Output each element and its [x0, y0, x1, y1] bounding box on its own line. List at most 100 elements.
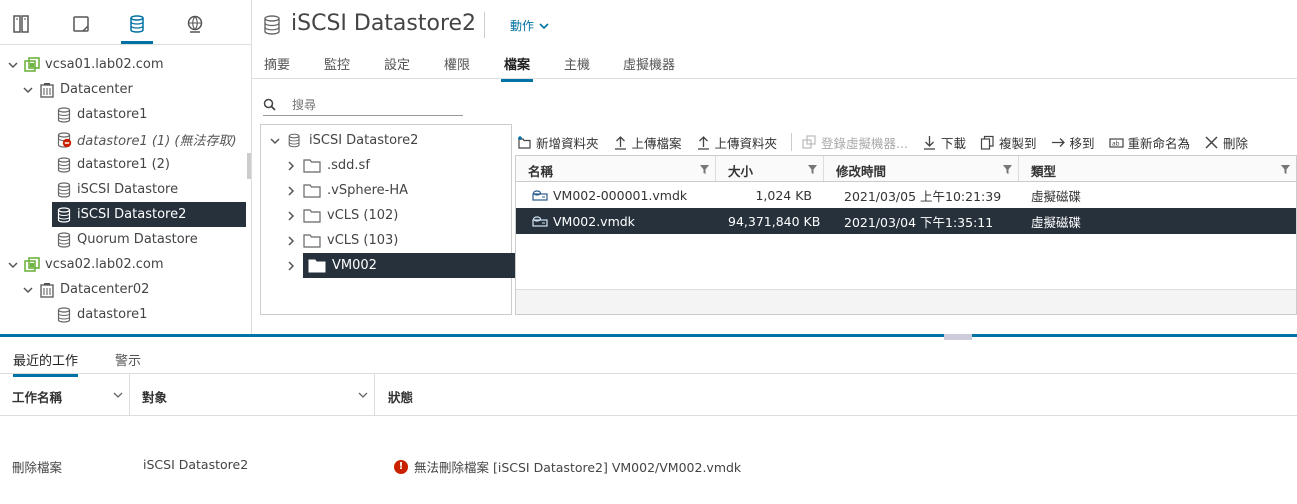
folder-tree-item[interactable]: .vSphere-HA [285, 178, 408, 203]
chevron-down-icon[interactable] [21, 283, 35, 297]
object-tabs: 摘要 監控 設定 權限 檔案 主機 虛擬機器 [252, 46, 1297, 82]
table-row[interactable]: VM002-000001.vmdk 1,024 KB 2021/03/05 上午… [516, 182, 1296, 208]
file-modified: 2021/03/05 上午10:21:39 [844, 188, 1002, 204]
folder-icon [303, 234, 321, 248]
filter-icon[interactable] [808, 165, 817, 174]
move-to-button[interactable]: 移到 [1051, 133, 1095, 152]
folder-tree-item-vm002[interactable]: VM002 [285, 253, 516, 278]
table-row-selected[interactable]: VM002.vmdk 94,371,840 KB 2021/03/04 下午1:… [516, 208, 1296, 234]
tab-monitor[interactable]: 監控 [324, 54, 350, 79]
tree-item-quorum-datastore[interactable]: Quorum Datastore [56, 227, 198, 252]
filter-icon[interactable] [700, 165, 709, 174]
folder-tree-item[interactable]: vCLS (103) [285, 228, 398, 253]
upload-files-button[interactable]: 上傳檔案 [613, 133, 682, 152]
networking-tab[interactable] [179, 8, 211, 44]
actions-label: 動作 [510, 19, 535, 33]
tab-summary[interactable]: 摘要 [264, 54, 290, 79]
upload-folder-button[interactable]: 上傳資料夾 [696, 133, 777, 152]
filter-icon[interactable] [1281, 165, 1290, 174]
datastore-icon [57, 106, 71, 123]
copy-to-button[interactable]: 複製到 [980, 133, 1037, 152]
chevron-right-icon[interactable] [285, 210, 297, 222]
copy-to-label: 複製到 [998, 135, 1037, 151]
tab-files[interactable]: 檔案 [501, 54, 534, 82]
tab-recent-tasks[interactable]: 最近的工作 [13, 350, 79, 377]
register-vm-icon [802, 134, 816, 149]
chevron-right-icon[interactable] [285, 235, 297, 247]
tree-item-datastore1-2[interactable]: datastore1 (2) [56, 152, 170, 177]
tree-item-datacenter02[interactable]: Datacenter02 [21, 277, 149, 302]
vms-templates-tab[interactable] [65, 8, 97, 44]
chevron-down-icon[interactable] [6, 258, 20, 272]
chevron-right-icon[interactable] [285, 185, 297, 197]
column-header-target[interactable]: 對象 [142, 387, 167, 406]
file-size: 94,371,840 KB [728, 213, 821, 229]
chevron-down-icon[interactable] [21, 83, 35, 97]
folder-tree-label: vCLS (103) [327, 233, 399, 248]
search-box [263, 94, 463, 116]
datastore-error-icon [56, 131, 72, 148]
tree-item-label: vcsa01.lab02.com [45, 57, 164, 72]
chevron-down-icon[interactable] [6, 58, 20, 72]
actions-menu-button[interactable]: 動作 [510, 17, 550, 34]
toolbar-divider [791, 133, 793, 151]
folder-tree-item[interactable]: .sdd.sf [285, 153, 370, 178]
copy-icon [980, 135, 994, 150]
new-folder-button[interactable]: 新增資料夾 [517, 133, 599, 152]
rename-button[interactable]: ab 重新命名為 [1108, 133, 1190, 152]
column-header-task-name[interactable]: 工作名稱 [12, 387, 62, 406]
tree-item-vcsa01[interactable]: vcsa01.lab02.com [6, 52, 164, 77]
chevron-right-icon[interactable] [285, 160, 297, 172]
filter-icon[interactable] [1003, 165, 1012, 174]
tab-permissions[interactable]: 權限 [444, 54, 470, 79]
error-icon: ! [394, 459, 408, 474]
chevron-down-icon[interactable] [358, 390, 368, 400]
chevron-down-icon[interactable] [269, 135, 281, 147]
chevron-right-icon[interactable] [285, 260, 297, 272]
tree-item-vcsa02[interactable]: vcsa02.lab02.com [6, 252, 164, 277]
task-target-link[interactable]: iSCSI Datastore2 [143, 457, 248, 472]
tab-hosts[interactable]: 主機 [564, 54, 590, 79]
column-header-size[interactable]: 大小 [716, 156, 824, 181]
datacenter-icon [40, 282, 54, 298]
tab-vms[interactable]: 虛擬機器 [623, 54, 675, 79]
tree-item-iscsi-datastore2[interactable]: iSCSI Datastore2 [52, 202, 246, 227]
folder-tree-label: .sdd.sf [327, 158, 370, 173]
hosts-clusters-icon [13, 15, 29, 33]
hosts-clusters-tab[interactable] [5, 8, 37, 44]
delete-button[interactable]: 刪除 [1204, 133, 1248, 152]
title-divider [484, 12, 485, 38]
register-vm-button[interactable]: 登錄虛擬機器... [802, 133, 908, 152]
tree-item-datastore1-dc02[interactable]: datastore1 [56, 302, 147, 327]
folder-icon [303, 209, 321, 223]
file-grid: 名稱 大小 修改時間 類型 VM002-000001.vmdk 1,024 KB… [515, 155, 1297, 315]
tree-item-datastore1-1[interactable]: datastore1 (1) (無法存取) [56, 127, 237, 152]
tab-alarms[interactable]: 警示 [115, 350, 141, 374]
download-label: 下載 [940, 135, 966, 151]
tree-item-iscsi-datastore[interactable]: iSCSI Datastore [56, 177, 178, 202]
storage-tab[interactable] [121, 8, 153, 44]
rename-icon: ab [1108, 137, 1124, 148]
register-vm-label: 登錄虛擬機器... [821, 135, 908, 151]
recent-tasks-tabs: 最近的工作 警示 [0, 340, 1297, 377]
folder-tree-root[interactable]: iSCSI Datastore2 [269, 128, 418, 153]
upload-files-label: 上傳檔案 [631, 135, 682, 151]
download-button[interactable]: 下載 [922, 133, 966, 152]
column-header-status[interactable]: 狀態 [388, 387, 413, 406]
tree-item-datastore1[interactable]: datastore1 [56, 102, 147, 127]
column-header-name[interactable]: 名稱 [516, 156, 716, 181]
file-name: VM002.vmdk [553, 213, 635, 229]
chevron-down-icon[interactable] [113, 390, 123, 400]
folder-tree-item[interactable]: vCLS (102) [285, 203, 398, 228]
upload-icon [697, 135, 709, 150]
datastore-icon [288, 133, 300, 148]
search-input[interactable] [292, 97, 452, 112]
column-header-modified[interactable]: 修改時間 [824, 156, 1019, 181]
task-name-cell: 刪除檔案 [12, 460, 63, 475]
tab-configure[interactable]: 設定 [384, 54, 410, 79]
selected-folder-row[interactable]: VM002 [303, 253, 516, 278]
file-name-cell: VM002.vmdk [516, 214, 716, 229]
navigator-resize-handle[interactable] [247, 153, 251, 179]
column-header-type[interactable]: 類型 [1019, 156, 1296, 181]
tree-item-datacenter[interactable]: Datacenter [21, 77, 133, 102]
